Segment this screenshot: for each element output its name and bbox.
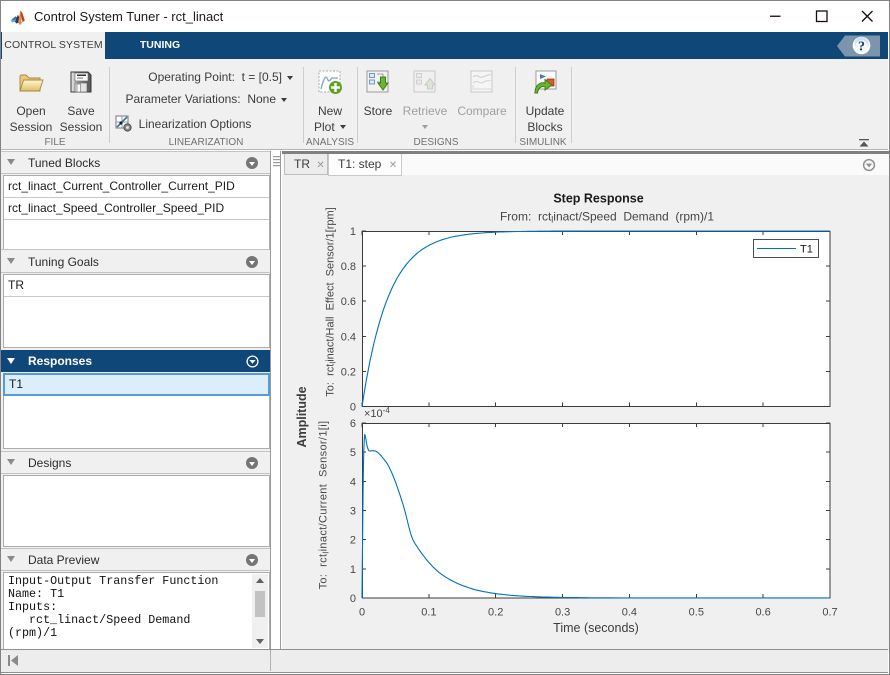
svg-text:0.7: 0.7 xyxy=(822,607,837,619)
svg-text:0.2: 0.2 xyxy=(488,607,503,619)
svg-text:0: 0 xyxy=(350,593,356,605)
svg-text:0.1: 0.1 xyxy=(421,607,436,619)
svg-text:Amplitude: Amplitude xyxy=(295,386,309,447)
svg-text:Time (seconds): Time (seconds) xyxy=(553,621,639,635)
svg-text:0.6: 0.6 xyxy=(341,296,356,308)
svg-text:6: 6 xyxy=(350,418,356,430)
svg-text:1: 1 xyxy=(350,564,356,576)
svg-text:3: 3 xyxy=(350,506,356,518)
svg-text:5: 5 xyxy=(350,447,356,459)
svg-text:0.6: 0.6 xyxy=(755,607,770,619)
svg-text:Step Response: Step Response xyxy=(553,192,643,206)
svg-text:2: 2 xyxy=(350,535,356,547)
svg-text:1: 1 xyxy=(350,226,356,238)
svg-text:?: ? xyxy=(858,40,865,55)
svg-text:×10-4: ×10-4 xyxy=(364,406,390,420)
svg-text:To: rctlinact/Hall Effect S: To: rctlinact/Hall Effect Sensor/1[rpm] xyxy=(325,207,338,396)
svg-text:0.3: 0.3 xyxy=(555,607,570,619)
svg-text:T1: T1 xyxy=(800,244,813,256)
svg-text:0.5: 0.5 xyxy=(689,607,704,619)
svg-text:From: rctlinact/Speed Demand: From: rctlinact/Speed Demand (rpm)/1 xyxy=(500,210,714,225)
svg-text:4: 4 xyxy=(350,476,356,488)
svg-text:0: 0 xyxy=(350,402,356,414)
svg-text:0.4: 0.4 xyxy=(341,331,356,343)
svg-text:0: 0 xyxy=(359,607,365,619)
svg-text:To: rctlinact/Current Sensor: To: rctlinact/Current Sensor/1[i] xyxy=(318,421,331,590)
svg-text:0.8: 0.8 xyxy=(341,261,356,273)
svg-text:0.4: 0.4 xyxy=(622,607,637,619)
svg-text:0.2: 0.2 xyxy=(341,366,356,378)
